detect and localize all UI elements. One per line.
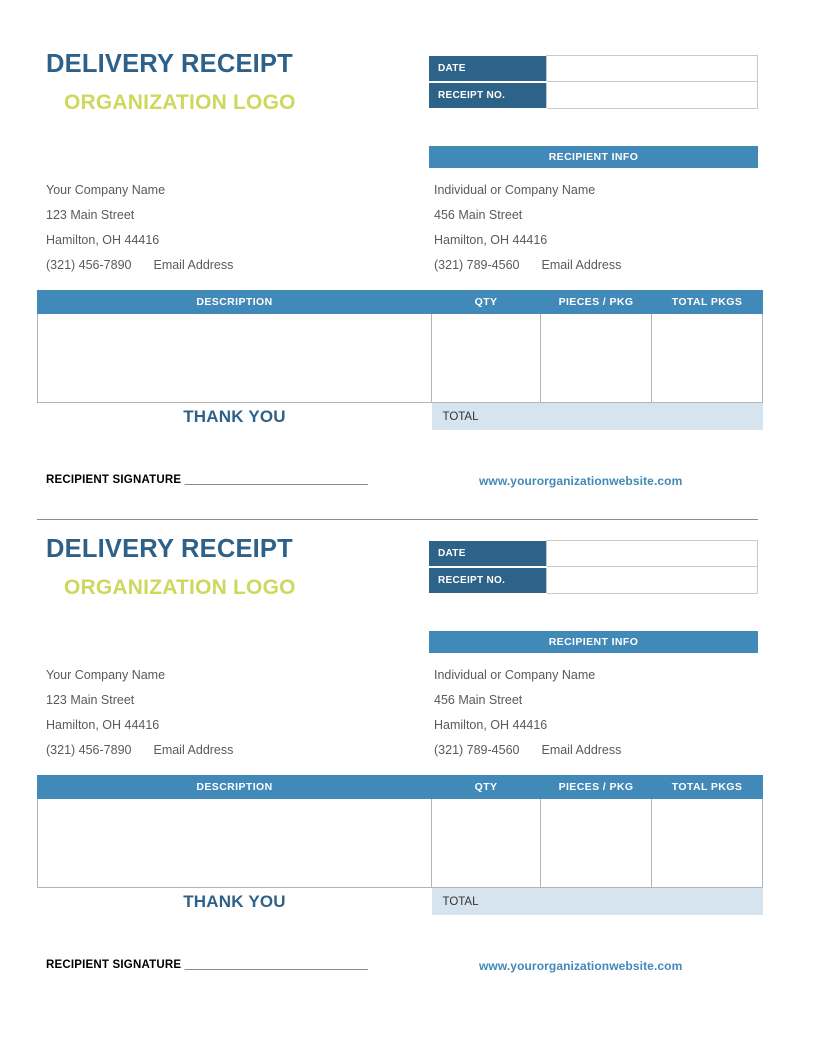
recipient-city-state-zip: Hamilton, OH 44416 xyxy=(434,233,548,247)
thank-you-text: THANK YOU xyxy=(183,406,286,426)
recipient-phone: (321) 789-4560 xyxy=(434,258,520,272)
signature-row: RECIPIENT SIGNATURE ____________________… xyxy=(46,474,758,492)
recipient-company: Individual or Company Name xyxy=(434,183,596,197)
sender-company-2: Your Company Name xyxy=(46,668,166,682)
organization-logo-2: ORGANIZATION LOGO xyxy=(64,575,296,599)
column-header-description: DESCRIPTION xyxy=(37,290,432,314)
recipient-address-block: Individual or Company Name 456 Main Stre… xyxy=(434,178,621,278)
receipt-no-input-2[interactable] xyxy=(546,566,758,594)
thank-you-cell-2: THANK YOU xyxy=(38,888,432,916)
recipient-email-2: Email Address xyxy=(541,743,622,757)
recipient-contact: (321) 789-4560 Email Address xyxy=(434,253,621,278)
column-header-pieces-per-pkg-2: PIECES / PKG xyxy=(540,775,652,799)
total-value-input[interactable] xyxy=(651,402,763,430)
cell-qty-2[interactable] xyxy=(431,798,541,888)
copy-divider xyxy=(37,519,758,520)
column-header-qty: QTY xyxy=(431,290,541,314)
receipt-no-row: RECEIPT NO. xyxy=(429,81,758,110)
cell-qty[interactable] xyxy=(431,313,541,403)
receipt-meta-table: DATE RECEIPT NO. xyxy=(429,55,758,110)
receipt-no-label-2: RECEIPT NO. xyxy=(429,566,547,595)
receipt-no-label: RECEIPT NO. xyxy=(429,81,547,110)
date-label-2: DATE xyxy=(429,540,547,568)
recipient-city-state-zip-2: Hamilton, OH 44416 xyxy=(434,718,548,732)
date-input-2[interactable] xyxy=(546,540,758,567)
sender-phone: (321) 456-7890 xyxy=(46,258,132,272)
thank-you-cell: THANK YOU xyxy=(38,403,432,431)
total-label: TOTAL xyxy=(431,402,652,430)
sender-city-state-zip: Hamilton, OH 44416 xyxy=(46,233,160,247)
cell-description[interactable] xyxy=(37,313,432,403)
cell-pieces-per-pkg[interactable] xyxy=(540,313,652,403)
delivery-receipt-page: DELIVERY RECEIPT ORGANIZATION LOGO DATE … xyxy=(0,0,813,1053)
column-header-pieces-per-pkg: PIECES / PKG xyxy=(540,290,652,314)
table-row xyxy=(37,798,763,888)
signature-label-text: RECIPIENT SIGNATURE xyxy=(46,474,182,486)
signature-line-2[interactable]: _______________________________ xyxy=(185,959,368,971)
items-table-2: DESCRIPTION QTY PIECES / PKG TOTAL PKGS … xyxy=(37,775,763,915)
total-row-2: THANK YOU TOTAL xyxy=(38,887,763,916)
recipient-email: Email Address xyxy=(541,258,622,272)
column-header-description-2: DESCRIPTION xyxy=(37,775,432,799)
signature-row-2: RECIPIENT SIGNATURE ____________________… xyxy=(46,959,758,977)
cell-pieces-per-pkg-2[interactable] xyxy=(540,798,652,888)
total-label-2: TOTAL xyxy=(431,887,652,915)
website-link-2[interactable]: www.yourorganizationwebsite.com xyxy=(479,959,682,973)
sender-company: Your Company Name xyxy=(46,183,166,197)
sender-email: Email Address xyxy=(153,258,234,272)
sender-email-2: Email Address xyxy=(153,743,234,757)
recipient-info-header: RECIPIENT INFO xyxy=(429,146,758,168)
recipient-contact-2: (321) 789-4560 Email Address xyxy=(434,738,621,763)
recipient-signature-label-2: RECIPIENT SIGNATURE ____________________… xyxy=(46,959,368,971)
signature-label-text-2: RECIPIENT SIGNATURE xyxy=(46,959,182,971)
page-title-2: DELIVERY RECEIPT xyxy=(46,535,293,563)
date-input[interactable] xyxy=(546,55,758,82)
sender-contact: (321) 456-7890 Email Address xyxy=(46,253,233,278)
page-title: DELIVERY RECEIPT xyxy=(46,50,293,78)
total-value-input-2[interactable] xyxy=(651,887,763,915)
thank-you-text-2: THANK YOU xyxy=(183,891,286,911)
column-header-total-pkgs-2: TOTAL PKGS xyxy=(651,775,763,799)
receipt-no-input[interactable] xyxy=(546,81,758,109)
cell-description-2[interactable] xyxy=(37,798,432,888)
cell-total-pkgs-2[interactable] xyxy=(651,798,763,888)
receipt-meta-table-2: DATE RECEIPT NO. xyxy=(429,540,758,595)
recipient-street-2: 456 Main Street xyxy=(434,693,523,707)
sender-address-block: Your Company Name 123 Main Street Hamilt… xyxy=(46,178,233,278)
column-header-qty-2: QTY xyxy=(431,775,541,799)
table-row xyxy=(37,313,763,403)
receipt-no-row-2: RECEIPT NO. xyxy=(429,566,758,595)
sender-phone-2: (321) 456-7890 xyxy=(46,743,132,757)
items-table: DESCRIPTION QTY PIECES / PKG TOTAL PKGS … xyxy=(37,290,763,430)
date-label: DATE xyxy=(429,55,547,83)
date-row-2: DATE xyxy=(429,540,758,568)
signature-line[interactable]: _______________________________ xyxy=(185,474,368,486)
recipient-company-2: Individual or Company Name xyxy=(434,668,596,682)
sender-street: 123 Main Street xyxy=(46,208,135,222)
header-title-block: DELIVERY RECEIPT ORGANIZATION LOGO xyxy=(46,50,296,114)
column-header-total-pkgs: TOTAL PKGS xyxy=(651,290,763,314)
recipient-signature-label: RECIPIENT SIGNATURE ____________________… xyxy=(46,474,368,486)
sender-city-state-zip-2: Hamilton, OH 44416 xyxy=(46,718,160,732)
total-row: THANK YOU TOTAL xyxy=(38,402,763,431)
sender-street-2: 123 Main Street xyxy=(46,693,135,707)
sender-contact-2: (321) 456-7890 Email Address xyxy=(46,738,233,763)
items-header-row-2: DESCRIPTION QTY PIECES / PKG TOTAL PKGS xyxy=(37,775,763,799)
website-link[interactable]: www.yourorganizationwebsite.com xyxy=(479,474,682,488)
recipient-info-header-2: RECIPIENT INFO xyxy=(429,631,758,653)
header-title-block-2: DELIVERY RECEIPT ORGANIZATION LOGO xyxy=(46,535,296,599)
cell-total-pkgs[interactable] xyxy=(651,313,763,403)
recipient-street: 456 Main Street xyxy=(434,208,523,222)
items-header-row: DESCRIPTION QTY PIECES / PKG TOTAL PKGS xyxy=(37,290,763,314)
recipient-address-block-2: Individual or Company Name 456 Main Stre… xyxy=(434,663,621,763)
recipient-phone-2: (321) 789-4560 xyxy=(434,743,520,757)
date-row: DATE xyxy=(429,55,758,83)
organization-logo: ORGANIZATION LOGO xyxy=(64,90,296,114)
sender-address-block-2: Your Company Name 123 Main Street Hamilt… xyxy=(46,663,233,763)
